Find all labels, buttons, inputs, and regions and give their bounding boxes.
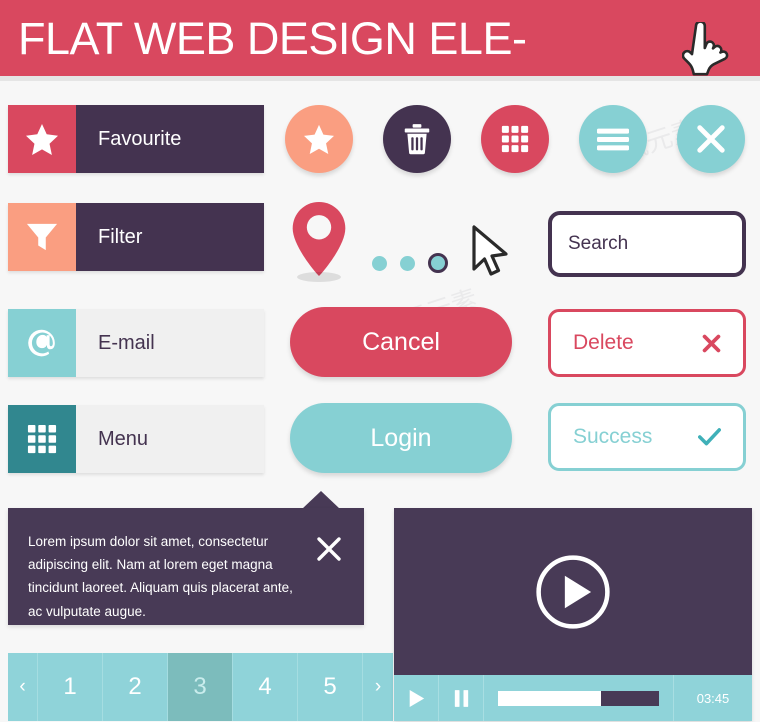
close-circle-button[interactable] — [677, 105, 745, 173]
login-button[interactable]: Login — [290, 403, 512, 473]
pagination-page-1[interactable]: 1 — [38, 653, 103, 721]
menu-circle-button[interactable] — [579, 105, 647, 173]
close-icon[interactable] — [316, 536, 342, 562]
video-progress-fill — [498, 690, 602, 706]
arrow-cursor-icon — [470, 225, 510, 277]
map-pin-shadow — [297, 272, 341, 282]
tile-label: Menu — [76, 405, 264, 473]
video-play-button[interactable] — [394, 675, 439, 721]
dot-3-active[interactable] — [428, 253, 448, 273]
close-bold-icon — [702, 334, 721, 352]
header-banner: FLAT WEB DESIGN ELE- — [0, 0, 760, 76]
tile-favourite[interactable]: Favourite — [8, 105, 264, 173]
video-screen[interactable] — [394, 508, 752, 675]
star-icon — [8, 105, 76, 173]
video-pause-button[interactable] — [439, 675, 484, 721]
tooltip-arrow — [302, 491, 340, 509]
grid-icon — [8, 405, 76, 473]
tile-filter[interactable]: Filter — [8, 203, 264, 271]
video-progress[interactable] — [484, 675, 674, 721]
video-progress-track[interactable] — [498, 690, 659, 706]
hamburger-icon — [597, 128, 629, 150]
login-button-label: Login — [370, 423, 432, 452]
ui-kit-canvas: 氢元素 氢元素 氢元素 氢元素 氢元素 氢元素 FLAT WEB DESIGN … — [0, 0, 760, 722]
pause-icon — [454, 689, 468, 707]
hand-pointer-icon — [681, 20, 736, 84]
delete-button-label: Delete — [573, 331, 634, 354]
check-icon — [698, 428, 721, 446]
page-title: FLAT WEB DESIGN ELE- — [18, 12, 527, 64]
pagination-page-4[interactable]: 4 — [233, 653, 298, 721]
pagination-page-3[interactable]: 3 — [168, 653, 233, 721]
funnel-icon — [8, 203, 76, 271]
play-circle-icon[interactable] — [535, 554, 611, 630]
map-pin-icon — [292, 201, 346, 277]
at-sign-icon — [8, 309, 76, 377]
trash-icon — [404, 124, 430, 155]
pagination-page-5[interactable]: 5 — [298, 653, 363, 721]
delete-circle-button[interactable] — [383, 105, 451, 173]
play-icon — [409, 689, 424, 707]
cancel-button[interactable]: Cancel — [290, 307, 512, 377]
search-input[interactable] — [568, 233, 760, 255]
apps-circle-button[interactable] — [481, 105, 549, 173]
banner-shadow — [0, 76, 760, 81]
tile-label: Filter — [76, 203, 264, 271]
map-pin[interactable] — [289, 200, 351, 288]
tile-menu[interactable]: Menu — [8, 405, 264, 473]
favourite-circle-button[interactable] — [285, 105, 353, 173]
cancel-button-label: Cancel — [362, 327, 440, 356]
star-icon — [304, 124, 334, 154]
tooltip-panel: Lorem ipsum dolor sit amet, consectetur … — [8, 508, 364, 625]
tile-label: Favourite — [76, 105, 264, 173]
video-controls: 03:45 — [394, 675, 752, 721]
video-player: 03:45 — [394, 508, 752, 721]
video-time: 03:45 — [696, 690, 730, 706]
pagination-next[interactable]: › — [363, 653, 393, 721]
dot-2[interactable] — [400, 255, 415, 271]
tooltip-text: Lorem ipsum dolor sit amet, consectetur … — [28, 534, 293, 619]
dot-1[interactable] — [372, 255, 387, 271]
pagination-prev[interactable]: ‹ — [8, 653, 38, 721]
pagination[interactable]: ‹ 1 2 3 4 5 › — [8, 653, 393, 721]
dot-pagination[interactable] — [372, 253, 448, 273]
success-button-label: Success — [573, 425, 653, 448]
close-icon — [697, 125, 725, 153]
tile-label: E-mail — [76, 309, 264, 377]
pagination-page-2[interactable]: 2 — [103, 653, 168, 721]
search-box[interactable] — [548, 211, 760, 277]
tile-email[interactable]: E-mail — [8, 309, 264, 377]
success-button[interactable]: Success — [548, 403, 746, 471]
delete-button[interactable]: Delete — [548, 309, 746, 377]
grid-icon — [501, 125, 529, 153]
